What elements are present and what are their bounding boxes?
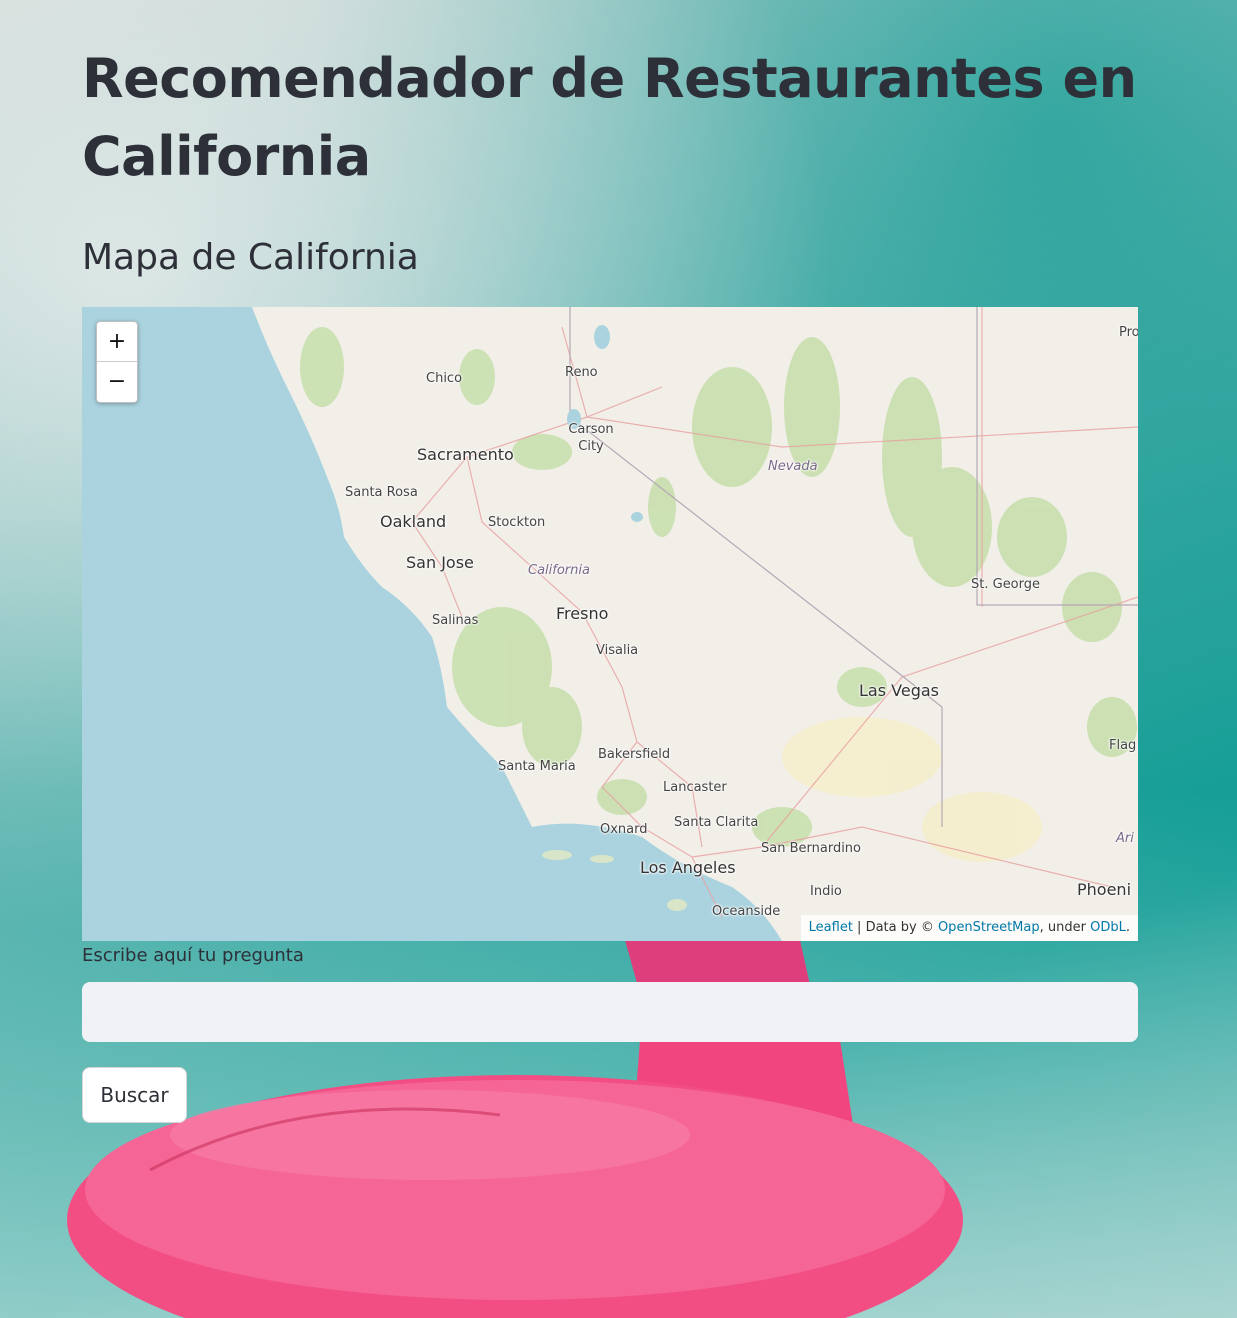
map-label-oxnard: Oxnard	[600, 822, 648, 837]
map-attribution: Leaflet | Data by © OpenStreetMap, under…	[800, 915, 1138, 941]
map-label-sacramento: Sacramento	[417, 445, 514, 464]
map-label-santa-clarita: Santa Clarita	[674, 815, 759, 830]
zoom-out-button[interactable]: −	[97, 362, 137, 401]
question-input[interactable]	[82, 982, 1138, 1042]
california-map[interactable]: Chico Reno Carson City Sacramento Nevada…	[82, 307, 1138, 941]
search-button[interactable]: Buscar	[82, 1067, 187, 1123]
odbl-link[interactable]: ODbL	[1090, 920, 1126, 935]
attribution-under: , under	[1039, 920, 1091, 935]
attribution-end: .	[1125, 920, 1130, 935]
map-label-san-jose: San Jose	[406, 553, 474, 572]
map-label-chico: Chico	[426, 371, 463, 386]
map-label-fresno: Fresno	[556, 604, 609, 623]
map-label-arizona: Ari	[1116, 831, 1134, 846]
map-label-santa-maria: Santa Maria	[498, 759, 576, 774]
zoom-control: + −	[96, 321, 138, 403]
openstreetmap-link[interactable]: OpenStreetMap	[938, 920, 1040, 935]
map-label-san-bernardino: San Bernardino	[761, 841, 862, 856]
map-label-salinas: Salinas	[432, 613, 479, 628]
map-label-lancaster: Lancaster	[663, 780, 727, 795]
zoom-in-button[interactable]: +	[97, 322, 137, 362]
map-section-title: Mapa de California	[82, 237, 419, 278]
map-label-provo: Pro	[1119, 325, 1138, 340]
map-label-oakland: Oakland	[380, 512, 447, 531]
map-label-nevada: Nevada	[768, 459, 818, 474]
attribution-separator: | Data by ©	[852, 920, 938, 935]
map-label-st-george: St. George	[971, 577, 1041, 592]
map-label-oceanside: Oceanside	[712, 904, 781, 919]
page-title: Recomendador de Restaurantes en Californ…	[82, 47, 1137, 188]
map-label-carson-city: Carson City	[568, 422, 614, 454]
map-label-reno: Reno	[565, 365, 598, 380]
map-label-phoenix: Phoeni	[1077, 880, 1132, 899]
map-label-santa-rosa: Santa Rosa	[345, 485, 418, 500]
map-label-indio: Indio	[810, 884, 842, 899]
map-label-california: California	[528, 563, 590, 578]
leaflet-link[interactable]: Leaflet	[809, 920, 853, 935]
map-label-los-angeles: Los Angeles	[640, 858, 736, 877]
map-label-bakersfield: Bakersfield	[598, 747, 671, 762]
map-label-flag: Flag	[1109, 738, 1137, 753]
map-tiles[interactable]	[82, 307, 1138, 941]
map-label-stockton: Stockton	[488, 515, 546, 530]
question-label: Escribe aquí tu pregunta	[82, 945, 304, 966]
map-label-visalia: Visalia	[596, 643, 639, 658]
map-label-las-vegas: Las Vegas	[859, 681, 939, 700]
